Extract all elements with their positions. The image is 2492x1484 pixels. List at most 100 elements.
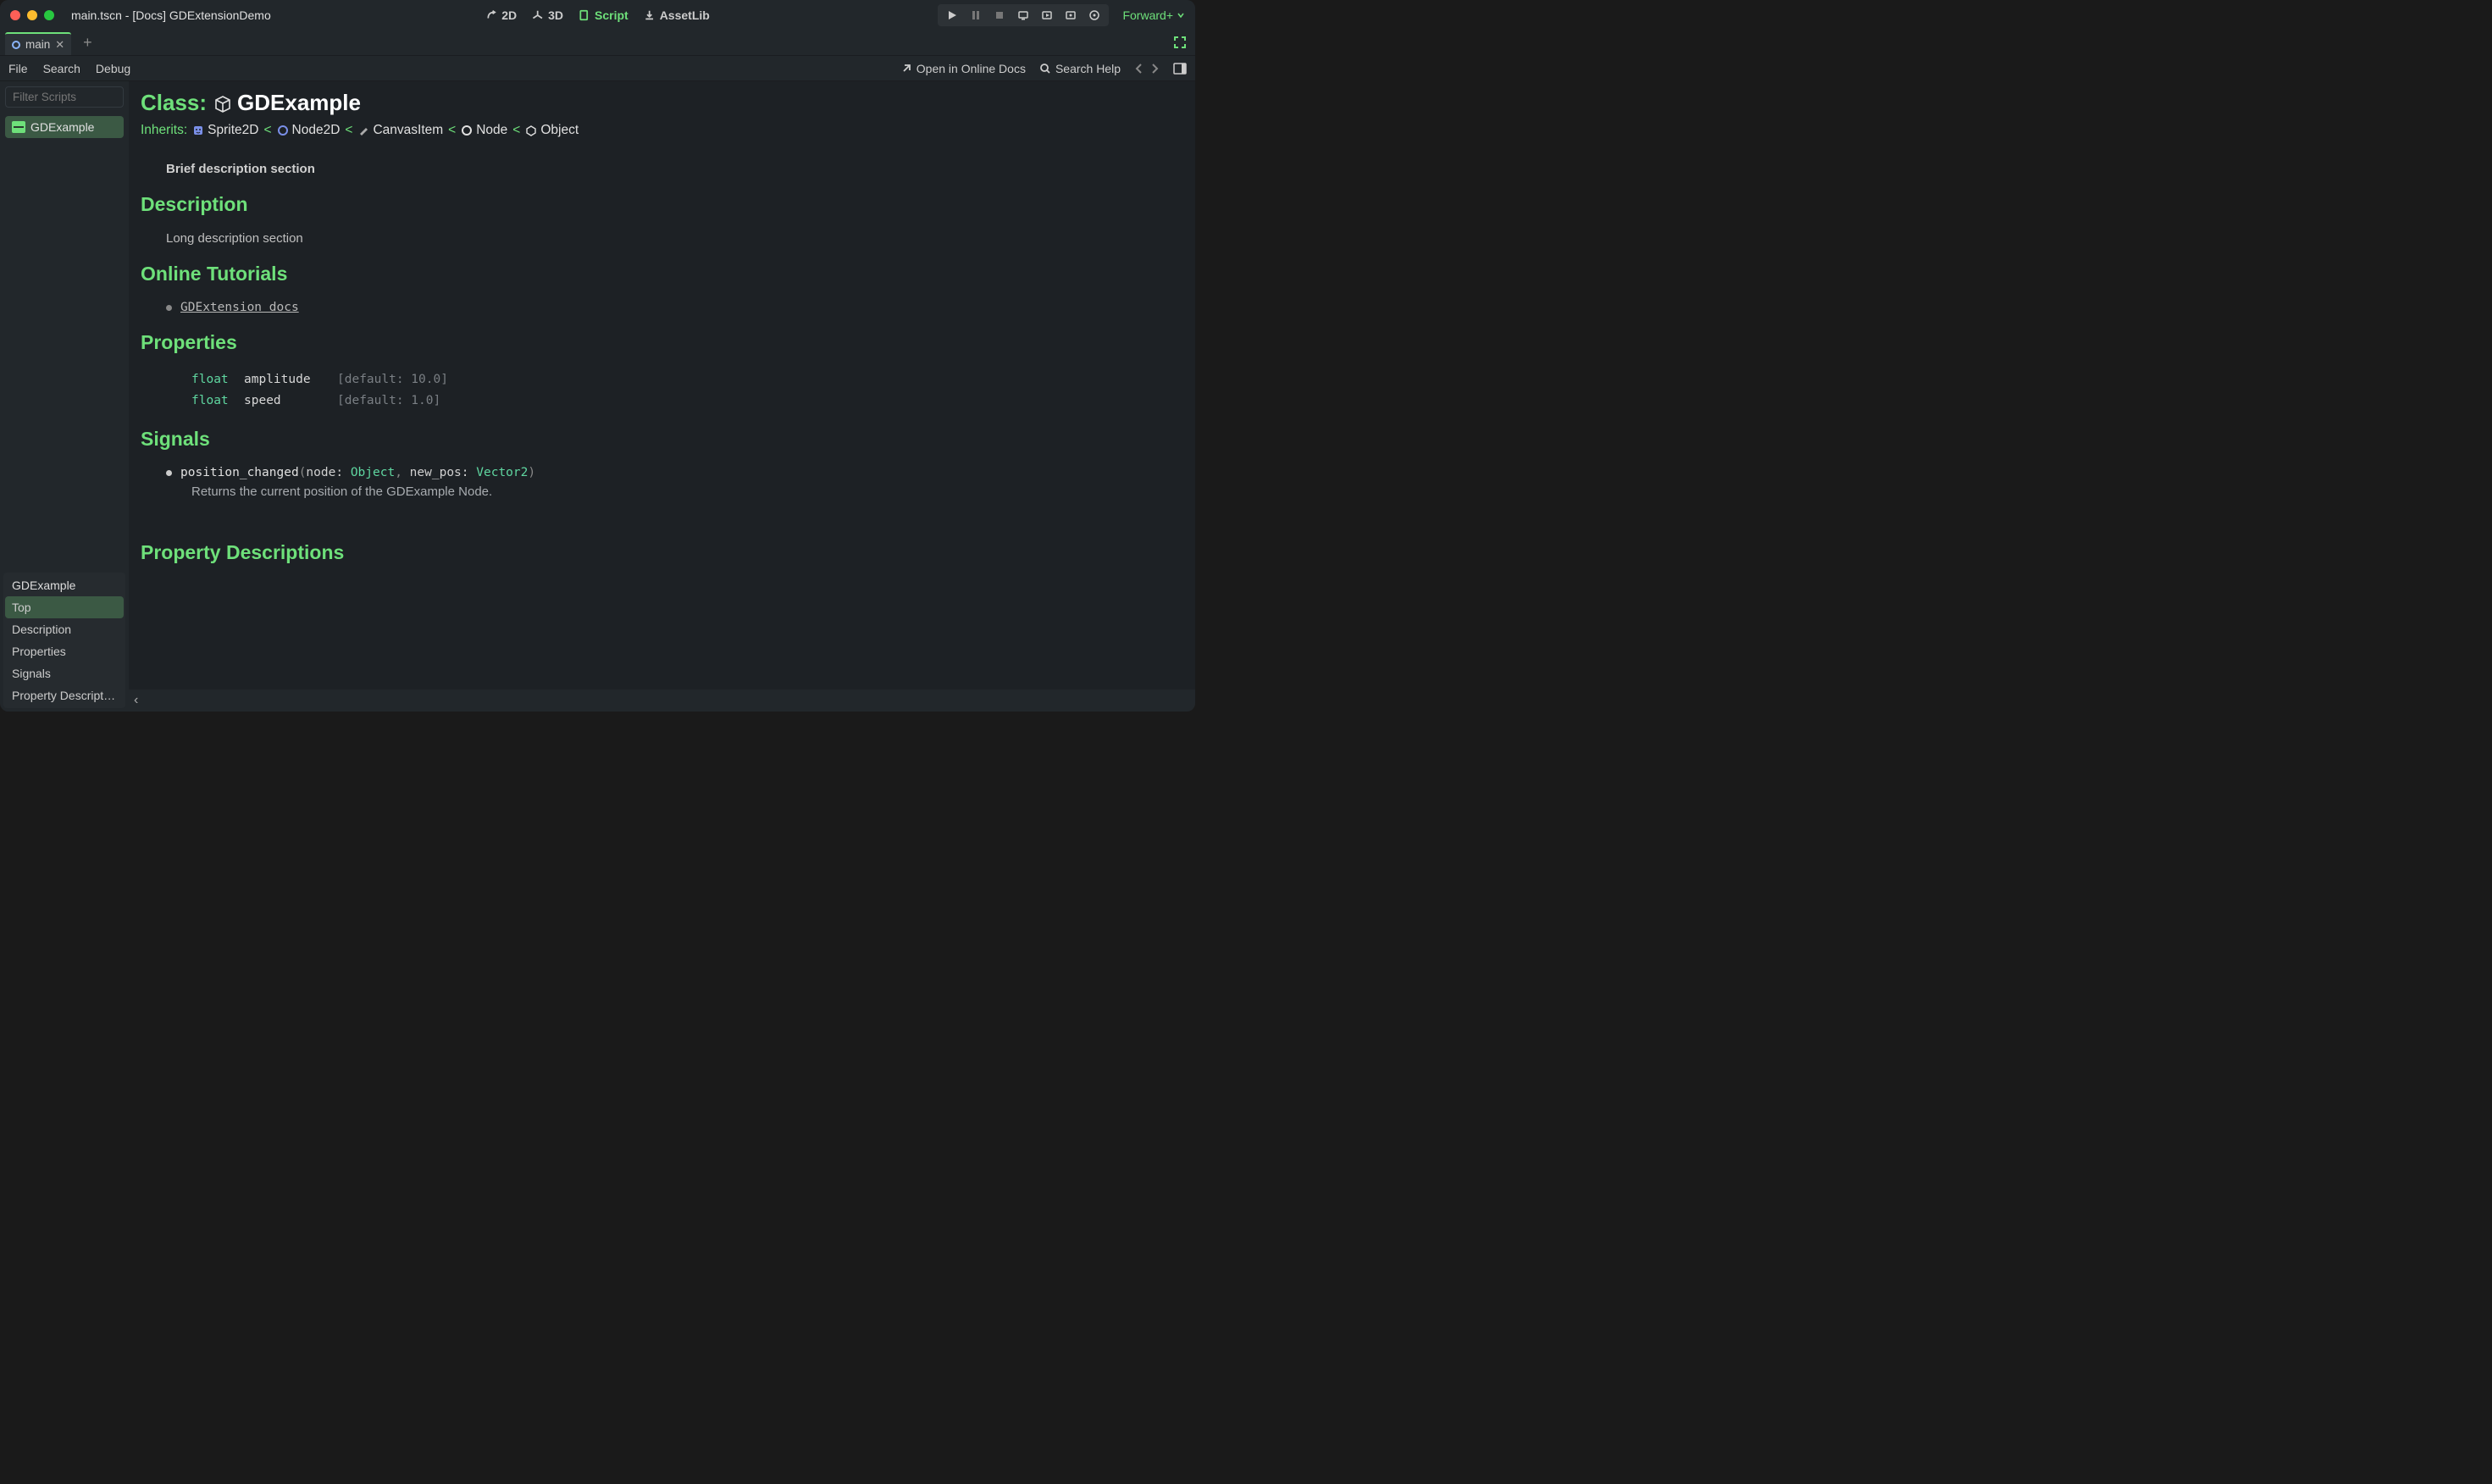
curve-arrow-icon: [485, 9, 497, 21]
inherits-row: Inherits: Sprite2D < Node2D < CanvasItem: [141, 123, 1177, 138]
description-heading: Description: [141, 193, 1177, 216]
maximize-window-button[interactable]: [44, 10, 54, 20]
search-help-button[interactable]: Search Help: [1039, 62, 1121, 75]
nav-back-button[interactable]: [1134, 63, 1144, 75]
doc-icon: [12, 121, 25, 133]
run-buttons: [938, 4, 1109, 26]
pause-button[interactable]: [968, 8, 983, 23]
collapse-button[interactable]: ‹: [134, 693, 138, 708]
remote-button[interactable]: [1016, 8, 1031, 23]
play-scene-button[interactable]: [1039, 8, 1055, 23]
main-body: GDExample GDExample Top Description Prop…: [0, 81, 1195, 712]
stop-button[interactable]: [992, 8, 1007, 23]
script-menubar: File Search Debug Open in Online Docs Se…: [0, 56, 1195, 81]
menu-debug[interactable]: Debug: [96, 62, 130, 75]
object-icon: [525, 125, 537, 136]
prop-default: [default: 1.0]: [337, 390, 440, 412]
class-label: Class:: [141, 90, 207, 116]
traffic-lights: [10, 10, 54, 20]
open-online-docs-button[interactable]: Open in Online Docs: [900, 62, 1026, 75]
node-icon: [461, 125, 473, 136]
filter-scripts-field[interactable]: [5, 86, 124, 108]
script-icon: [579, 9, 590, 21]
nav-arrows: [1134, 63, 1160, 75]
workspace-switcher: 2D 3D Script AssetLib: [485, 8, 710, 22]
brief-description: Brief description section: [166, 162, 1177, 176]
nav-forward-button[interactable]: [1149, 63, 1160, 75]
tutorial-link[interactable]: GDExtension docs: [180, 301, 299, 314]
scene-tab-label: main: [25, 38, 50, 51]
signal-description: Returns the current position of the GDEx…: [191, 485, 1177, 499]
tutorials-heading: Online Tutorials: [141, 263, 1177, 285]
bottom-strip: ‹: [129, 689, 1195, 712]
script-item-gdexample[interactable]: GDExample: [5, 116, 124, 138]
prop-name[interactable]: amplitude: [244, 369, 337, 390]
add-tab-button[interactable]: +: [78, 34, 97, 52]
scene-tab-main[interactable]: main ✕: [5, 32, 71, 55]
long-description: Long description section: [166, 231, 1177, 246]
cube-icon: [213, 95, 230, 112]
outline-header: GDExample: [5, 574, 124, 596]
tutorial-link-row: GDExtension docs: [166, 301, 1177, 314]
signal-signature: position_changed(node: Object, new_pos: …: [180, 466, 535, 479]
menubar-right: Open in Online Docs Search Help: [900, 62, 1187, 75]
outline-top[interactable]: Top: [5, 596, 124, 618]
sprite2d-icon: [192, 125, 204, 136]
prop-name[interactable]: speed: [244, 390, 337, 412]
doc-content[interactable]: Class: GDExample Inherits: Sprite2D <: [129, 81, 1195, 689]
class-name: GDExample: [237, 90, 361, 116]
inherit-node2d[interactable]: Node2D: [277, 123, 341, 138]
bullet-icon: [166, 305, 172, 311]
axis-3d-icon: [532, 9, 544, 21]
minimize-window-button[interactable]: [27, 10, 37, 20]
download-icon: [644, 9, 656, 21]
outline-property-descriptions[interactable]: Property Descript…: [5, 684, 124, 706]
close-window-button[interactable]: [10, 10, 20, 20]
scene-icon: [12, 41, 20, 49]
window-title: main.tscn - [Docs] GDExtensionDemo: [71, 8, 271, 22]
class-heading: Class: GDExample: [141, 90, 1177, 116]
canvasitem-icon: [357, 125, 369, 136]
inherit-object[interactable]: Object: [525, 123, 579, 138]
inherit-node[interactable]: Node: [461, 123, 507, 138]
app-window: main.tscn - [Docs] GDExtensionDemo 2D 3D…: [0, 0, 1195, 712]
property-descriptions-heading: Property Descriptions: [141, 541, 1177, 564]
mode-2d-button[interactable]: 2D: [485, 8, 517, 22]
properties-heading: Properties: [141, 331, 1177, 354]
inherit-canvasitem[interactable]: CanvasItem: [357, 123, 443, 138]
inherit-sprite2d[interactable]: Sprite2D: [192, 123, 258, 138]
prop-type[interactable]: float: [191, 390, 244, 412]
outline-description[interactable]: Description: [5, 618, 124, 640]
outline-panel: GDExample Top Description Properties Sig…: [3, 573, 125, 708]
property-row: float speed [default: 1.0]: [191, 390, 1177, 412]
signals-heading: Signals: [141, 428, 1177, 451]
chevron-down-icon: [1177, 11, 1185, 19]
script-item-label: GDExample: [30, 120, 94, 134]
outline-properties[interactable]: Properties: [5, 640, 124, 662]
content-wrap: Class: GDExample Inherits: Sprite2D <: [129, 81, 1195, 712]
mode-3d-button[interactable]: 3D: [532, 8, 563, 22]
prop-default: [default: 10.0]: [337, 369, 448, 390]
inherits-label: Inherits:: [141, 123, 187, 138]
movie-button[interactable]: [1087, 8, 1102, 23]
close-tab-button[interactable]: ✕: [55, 38, 64, 52]
prop-type[interactable]: float: [191, 369, 244, 390]
left-panel: GDExample GDExample Top Description Prop…: [0, 81, 129, 712]
title-bar: main.tscn - [Docs] GDExtensionDemo 2D 3D…: [0, 0, 1195, 30]
external-link-icon: [900, 63, 912, 75]
properties-table: float amplitude [default: 10.0] float sp…: [191, 369, 1177, 411]
menu-search[interactable]: Search: [43, 62, 80, 75]
mode-script-button[interactable]: Script: [579, 8, 629, 22]
menu-file[interactable]: File: [8, 62, 28, 75]
signal-block: position_changed(node: Object, new_pos: …: [166, 466, 1177, 499]
asset-lib-button[interactable]: AssetLib: [644, 8, 710, 22]
play-button[interactable]: [944, 8, 960, 23]
play-custom-button[interactable]: [1063, 8, 1078, 23]
toggle-panel-button[interactable]: [1173, 63, 1187, 75]
outline-signals[interactable]: Signals: [5, 662, 124, 684]
property-row: float amplitude [default: 10.0]: [191, 369, 1177, 390]
signal-row: position_changed(node: Object, new_pos: …: [166, 466, 1177, 479]
distraction-free-button[interactable]: [1173, 36, 1187, 49]
search-help-icon: [1039, 63, 1051, 75]
renderer-selector[interactable]: Forward+: [1122, 8, 1185, 22]
